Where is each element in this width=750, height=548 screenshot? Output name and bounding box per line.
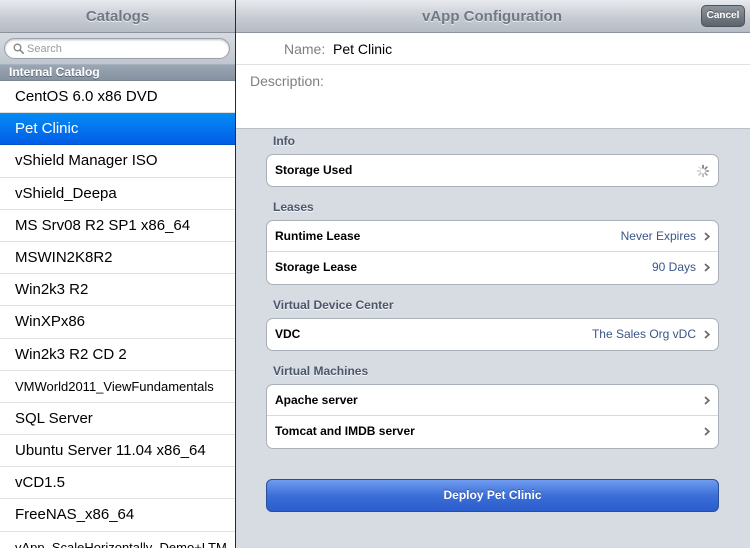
vapp-configuration-pane: vApp Configuration Cancel Name: Pet Clin… — [236, 0, 750, 548]
runtime-lease-label: Runtime Lease — [275, 229, 361, 243]
vm-label: Tomcat and IMDB server — [275, 424, 415, 438]
catalog-item[interactable]: CentOS 6.0 x86 DVD — [0, 81, 235, 114]
chevron-right-icon — [704, 263, 710, 272]
catalog-item-label: vShield_Deepa — [15, 184, 117, 202]
runtime-lease-row[interactable]: Runtime Lease Never Expires — [267, 221, 718, 252]
leases-group: Runtime Lease Never Expires Storage Leas… — [266, 220, 719, 285]
catalog-item-label: MSWIN2K8R2 — [15, 248, 113, 266]
group-header-leases: Leases — [273, 200, 314, 214]
cancel-button[interactable]: Cancel — [701, 5, 745, 27]
vapp-configuration-title: vApp Configuration — [422, 8, 562, 25]
group-header-virtual-device-center: Virtual Device Center — [273, 298, 394, 312]
catalogs-pane: Catalogs Internal Catalog CentOS 6.0 x86… — [0, 0, 235, 548]
chevron-right-icon — [704, 427, 710, 436]
vdc-label: VDC — [275, 327, 301, 341]
catalog-item-label: Ubuntu Server 11.04 x86_64 — [15, 442, 206, 460]
activity-spinner-icon — [696, 164, 710, 178]
vapp-form: Name: Pet Clinic Description: — [236, 33, 750, 129]
catalog-item-label: VMWorld2011_ViewFundamentals — [15, 378, 214, 394]
runtime-lease-value: Never Expires — [620, 229, 696, 243]
catalog-item-label: WinXPx86 — [15, 313, 86, 331]
catalog-item[interactable]: Win2k3 R2 CD 2 — [0, 339, 235, 371]
catalog-item-label: vShield Manager ISO — [15, 152, 158, 170]
catalog-item-label: Win2k3 R2 — [15, 281, 89, 299]
catalog-item-label: MS Srv08 R2 SP1 x86_64 — [15, 216, 191, 234]
catalog-item-label: Win2k3 R2 CD 2 — [15, 345, 127, 363]
info-group: Storage Used — [266, 154, 719, 187]
catalog-item[interactable]: vCD1.5 — [0, 467, 235, 500]
search-field[interactable] — [4, 38, 230, 59]
catalog-item[interactable]: VMWorld2011_ViewFundamentals — [0, 371, 235, 403]
group-header-info: Info — [273, 134, 295, 148]
vm-label: Apache server — [275, 393, 358, 407]
catalog-list: CentOS 6.0 x86 DVD Pet Clinic vShield Ma… — [0, 81, 235, 548]
storage-used-label: Storage Used — [275, 163, 353, 177]
catalog-item[interactable]: vShield Manager ISO — [0, 145, 235, 178]
catalog-item[interactable]: SQL Server — [0, 403, 235, 436]
chevron-right-icon — [704, 396, 710, 405]
catalog-item[interactable]: MS Srv08 R2 SP1 x86_64 — [0, 210, 235, 242]
vdc-group: VDC The Sales Org vDC — [266, 318, 719, 351]
catalog-item[interactable]: vShield_Deepa — [0, 178, 235, 210]
catalogs-nav-bar: Catalogs — [0, 0, 235, 33]
catalog-item-selected[interactable]: Pet Clinic — [0, 113, 235, 146]
storage-lease-value: 90 Days — [651, 260, 696, 274]
catalog-item[interactable]: Win2k3 R2 — [0, 274, 235, 307]
catalog-item[interactable]: FreeNAS_x86_64 — [0, 499, 235, 532]
form-divider — [236, 64, 750, 65]
vm-row-tomcat[interactable]: Tomcat and IMDB server — [267, 416, 718, 447]
catalog-item[interactable]: MSWIN2K8R2 — [0, 242, 235, 275]
catalog-item-label: SQL Server — [15, 409, 93, 427]
catalog-item[interactable]: vApp_ScaleHorizontally_Demo+LTM — [0, 532, 235, 548]
catalog-item-label: vCD1.5 — [15, 474, 66, 492]
deploy-button[interactable]: Deploy Pet Clinic — [266, 479, 719, 512]
vdc-row[interactable]: VDC The Sales Org vDC — [267, 319, 718, 350]
name-field[interactable]: Pet Clinic — [333, 41, 392, 57]
chevron-right-icon — [704, 330, 710, 339]
catalog-item-label: vApp_ScaleHorizontally_Demo+LTM — [15, 539, 227, 548]
catalog-item-label: FreeNAS_x86_64 — [15, 506, 135, 524]
storage-used-row: Storage Used — [267, 155, 718, 186]
storage-lease-label: Storage Lease — [275, 260, 358, 274]
catalog-item[interactable]: Ubuntu Server 11.04 x86_64 — [0, 435, 235, 468]
vm-row-apache[interactable]: Apache server — [267, 385, 718, 416]
group-header-virtual-machines: Virtual Machines — [273, 364, 369, 378]
search-input[interactable] — [27, 40, 223, 57]
section-header-internal-catalog: Internal Catalog — [0, 64, 235, 81]
vapp-nav-bar: vApp Configuration Cancel — [236, 0, 750, 33]
name-label: Name: — [284, 41, 326, 57]
catalog-item-label: Pet Clinic — [15, 120, 79, 138]
vdc-value: The Sales Org vDC — [591, 327, 696, 341]
catalogs-title: Catalogs — [85, 8, 150, 25]
storage-lease-row[interactable]: Storage Lease 90 Days — [267, 252, 718, 283]
catalog-item[interactable]: WinXPx86 — [0, 306, 235, 339]
catalog-item-label: CentOS 6.0 x86 DVD — [15, 88, 158, 105]
search-icon — [13, 43, 24, 54]
description-label: Description: — [250, 73, 324, 89]
chevron-right-icon — [704, 232, 710, 241]
search-bar — [0, 33, 235, 64]
virtual-machines-group: Apache server Tomcat and IMDB server — [266, 384, 719, 449]
